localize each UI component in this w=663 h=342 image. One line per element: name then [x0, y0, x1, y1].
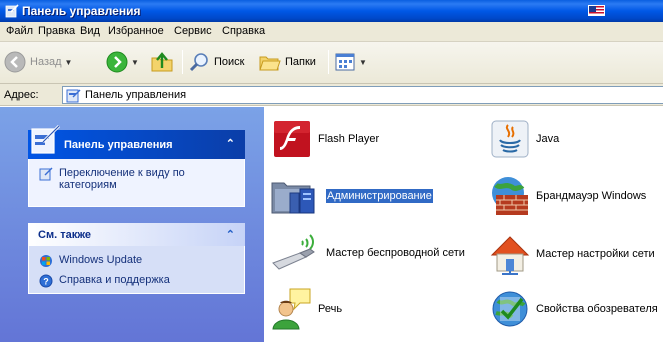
item-network-setup-wizard[interactable]: Мастер настройки сети	[488, 233, 655, 275]
toolbar-separator	[182, 50, 183, 74]
see-also-section-header[interactable]: См. также ⌃	[28, 223, 245, 246]
up-folder-icon	[151, 52, 173, 72]
item-label: Администрирование	[326, 189, 433, 203]
menu-edit[interactable]: Правка	[38, 25, 75, 37]
task-pane: Панель управления ⌃ Переключение к виду …	[0, 107, 264, 342]
admin-tools-icon	[271, 182, 315, 214]
section-title: Панель управления	[64, 139, 173, 151]
collapse-chevron-icon[interactable]: ⌃	[226, 137, 235, 150]
firewall-icon	[492, 177, 528, 215]
item-label: Речь	[318, 303, 343, 315]
item-administrative-tools[interactable]: Администрирование	[270, 175, 433, 217]
menu-help[interactable]: Справка	[222, 25, 265, 37]
back-button[interactable]: Назад ▼	[4, 48, 72, 76]
internet-options-icon	[492, 291, 528, 327]
menu-bar: Файл Правка Вид Избранное Сервис Справка	[0, 22, 663, 42]
menu-view[interactable]: Вид	[80, 25, 100, 37]
menu-favorites[interactable]: Избранное	[108, 25, 164, 37]
toolbar: Назад ▼ ▼ Поиск Папки ▼	[0, 42, 663, 84]
toolbar-separator	[328, 50, 329, 74]
windows-update-icon	[40, 255, 52, 267]
address-label: Адрес:	[4, 89, 39, 101]
item-label: Мастер настройки сети	[536, 248, 655, 260]
switch-to-category-view-link[interactable]: Переключение к виду по категориям	[39, 167, 209, 191]
search-label: Поиск	[214, 56, 245, 68]
java-icon	[491, 120, 529, 158]
address-bar: Адрес: Панель управления	[0, 84, 663, 106]
back-dropdown-icon[interactable]: ▼	[65, 58, 73, 67]
item-windows-firewall[interactable]: Брандмауэр Windows	[488, 175, 646, 217]
see-also-title: См. также	[38, 229, 91, 241]
control-panel-icon	[66, 89, 81, 103]
item-label: Java	[536, 133, 560, 145]
windows-update-text: Windows Update	[59, 254, 143, 266]
help-and-support-link[interactable]: ? Справка и поддержка	[39, 274, 170, 288]
item-speech[interactable]: Речь	[270, 287, 342, 331]
forward-button[interactable]: ▼	[106, 48, 139, 76]
item-java[interactable]: Java	[488, 119, 559, 159]
item-label: Свойства обозревателя	[536, 303, 658, 315]
category-view-icon	[39, 167, 53, 181]
item-flash-player[interactable]: Flash Player	[270, 119, 379, 159]
windows-update-link[interactable]: Windows Update	[39, 254, 142, 268]
menu-tools[interactable]: Сервис	[174, 25, 212, 37]
item-label: Брандмауэр Windows	[536, 190, 647, 202]
menu-file[interactable]: Файл	[6, 25, 33, 37]
back-label: Назад	[30, 56, 62, 68]
address-input[interactable]: Панель управления	[62, 86, 663, 104]
language-flag-icon[interactable]	[588, 5, 605, 16]
window-title: Панель управления	[22, 4, 141, 18]
views-button[interactable]: ▼	[334, 48, 367, 76]
folders-label: Папки	[285, 56, 316, 68]
network-setup-icon	[490, 236, 530, 275]
forward-dropdown-icon[interactable]: ▼	[131, 58, 139, 67]
speech-icon	[272, 288, 311, 330]
collapse-chevron-icon[interactable]: ⌃	[226, 228, 235, 241]
back-arrow-icon	[4, 51, 26, 73]
forward-arrow-icon	[106, 51, 128, 73]
folders-button[interactable]: Папки	[259, 48, 316, 76]
see-also-section-body: Windows Update ? Справка и поддержка	[28, 246, 245, 294]
search-icon	[189, 53, 208, 72]
item-wireless-network-wizard[interactable]: Мастер беспроводной сети	[270, 233, 465, 273]
switch-view-text: Переключение к виду по категориям	[59, 167, 185, 191]
item-label: Flash Player	[318, 133, 380, 145]
svg-text:?: ?	[43, 277, 49, 287]
address-value: Панель управления	[85, 89, 187, 101]
flash-icon	[274, 121, 310, 157]
up-folder-button[interactable]	[150, 48, 174, 76]
folders-icon	[259, 56, 281, 71]
control-panel-icon	[5, 4, 19, 18]
search-button[interactable]: Поиск	[188, 48, 244, 76]
help-and-support-text: Справка и поддержка	[59, 274, 170, 286]
item-label: Мастер беспроводной сети	[326, 247, 465, 259]
control-panel-items: Flash Player Java Администрирование Бран	[264, 107, 663, 342]
views-icon	[335, 53, 355, 71]
title-bar: Панель управления	[0, 0, 663, 22]
control-panel-large-icon	[31, 124, 61, 154]
views-dropdown-icon[interactable]: ▼	[359, 58, 367, 67]
help-icon: ?	[39, 274, 53, 288]
wireless-icon	[272, 234, 315, 270]
item-internet-options[interactable]: Свойства обозревателя	[488, 287, 658, 331]
control-panel-section-body: Переключение к виду по категориям	[28, 159, 245, 207]
